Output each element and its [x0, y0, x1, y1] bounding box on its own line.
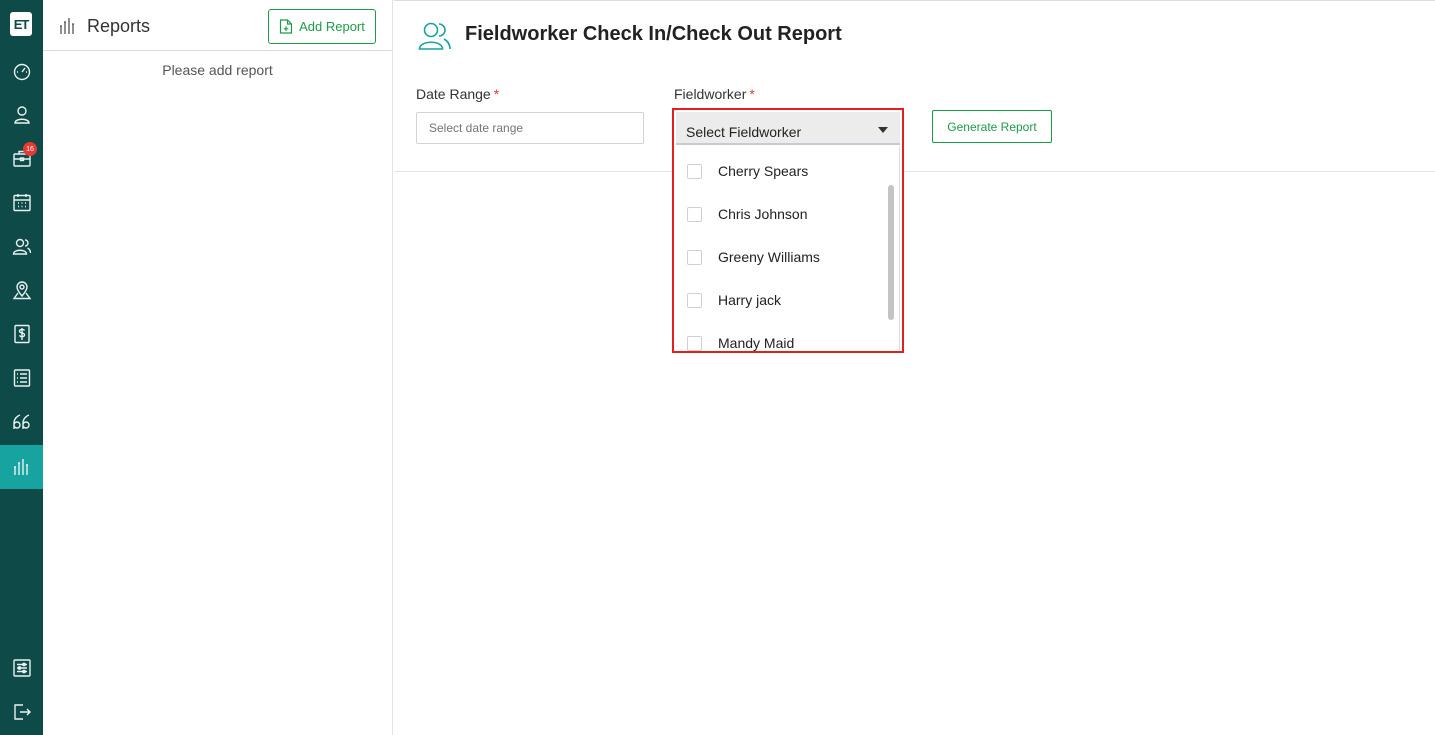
page-header: Fieldworker Check In/Check Out Report: [394, 0, 1435, 74]
nav-logout[interactable]: [0, 690, 43, 734]
option-checkbox[interactable]: [687, 335, 702, 351]
app-logo[interactable]: ET: [10, 12, 32, 36]
date-range-label: Date Range *: [416, 86, 499, 102]
reports-icon: [60, 18, 74, 34]
dollar-icon: [13, 324, 30, 344]
fieldworker-select[interactable]: Select Fieldworker: [676, 112, 900, 145]
calendar-icon: [12, 194, 31, 212]
fieldworker-dropdown: Select Fieldworker Cherry Spears Chris J…: [672, 108, 904, 353]
nav-rail: ET 16: [0, 0, 43, 735]
fieldworker-label: Fieldworker *: [674, 86, 755, 102]
fieldworker-label-text: Fieldworker: [674, 86, 747, 102]
nav-reports[interactable]: [0, 445, 43, 489]
option-checkbox[interactable]: [687, 206, 702, 222]
nav-settings[interactable]: [0, 646, 43, 690]
options-scrollbar[interactable]: [888, 185, 894, 320]
fieldworker-select-value: Select Fieldworker: [686, 124, 802, 140]
generate-report-button[interactable]: Generate Report: [932, 110, 1052, 143]
fieldworkers-icon: [418, 22, 451, 50]
required-mark: *: [493, 86, 500, 102]
jobs-badge: 16: [23, 142, 37, 156]
option-label: Greeny Williams: [718, 249, 820, 265]
add-file-icon: [280, 19, 293, 34]
content-divider: [394, 171, 1435, 172]
list-icon: [13, 369, 30, 387]
option-checkbox[interactable]: [687, 163, 702, 179]
option-label: Chris Johnson: [718, 206, 808, 222]
users-icon: [12, 238, 31, 255]
quote-icon: [12, 414, 30, 429]
nav-jobs[interactable]: 16: [0, 136, 43, 180]
fieldworker-option[interactable]: Cherry Spears: [676, 151, 886, 191]
settings-sliders-icon: [12, 659, 31, 677]
logo-text: ET: [13, 16, 30, 32]
fieldworker-option[interactable]: Mandy Maid: [676, 323, 886, 351]
option-label: Harry jack: [718, 292, 782, 308]
map-pin-icon: [12, 281, 31, 300]
nav-dashboard[interactable]: [0, 49, 43, 93]
date-range-input[interactable]: [416, 112, 644, 144]
reports-icon: [13, 459, 28, 475]
user-icon: [13, 106, 30, 124]
option-label: Mandy Maid: [718, 335, 795, 351]
dashboard-icon: [13, 63, 30, 81]
fieldworker-option[interactable]: Harry jack: [676, 280, 886, 320]
nav-quotes[interactable]: [0, 400, 43, 444]
option-checkbox[interactable]: [687, 249, 702, 265]
add-report-label: Add Report: [299, 19, 365, 34]
logout-icon: [13, 704, 31, 720]
date-range-label-text: Date Range: [416, 86, 491, 102]
fieldworker-options-list[interactable]: Cherry Spears Chris Johnson Greeny Willi…: [676, 147, 900, 351]
caret-down-icon: [878, 127, 888, 133]
empty-state-message: Please add report: [162, 62, 273, 78]
nav-list[interactable]: [0, 356, 43, 400]
main-content: Fieldworker Check In/Check Out Report Da…: [394, 0, 1435, 735]
add-report-button[interactable]: Add Report: [268, 9, 376, 44]
nav-calendar[interactable]: [0, 180, 43, 224]
page-title: Fieldworker Check In/Check Out Report: [465, 23, 842, 45]
option-checkbox[interactable]: [687, 292, 702, 308]
fieldworker-option[interactable]: Chris Johnson: [676, 194, 886, 234]
reports-panel: Reports Add Report Please add report: [43, 0, 393, 735]
nav-user[interactable]: [0, 92, 43, 136]
option-label: Cherry Spears: [718, 163, 809, 179]
nav-billing[interactable]: [0, 312, 43, 356]
required-mark: *: [749, 86, 755, 102]
nav-fieldworkers[interactable]: [0, 224, 43, 268]
nav-map[interactable]: [0, 268, 43, 312]
reports-panel-title: Reports: [87, 16, 151, 36]
fieldworker-option[interactable]: Greeny Williams: [676, 237, 886, 277]
reports-panel-header: Reports Add Report: [43, 0, 392, 51]
